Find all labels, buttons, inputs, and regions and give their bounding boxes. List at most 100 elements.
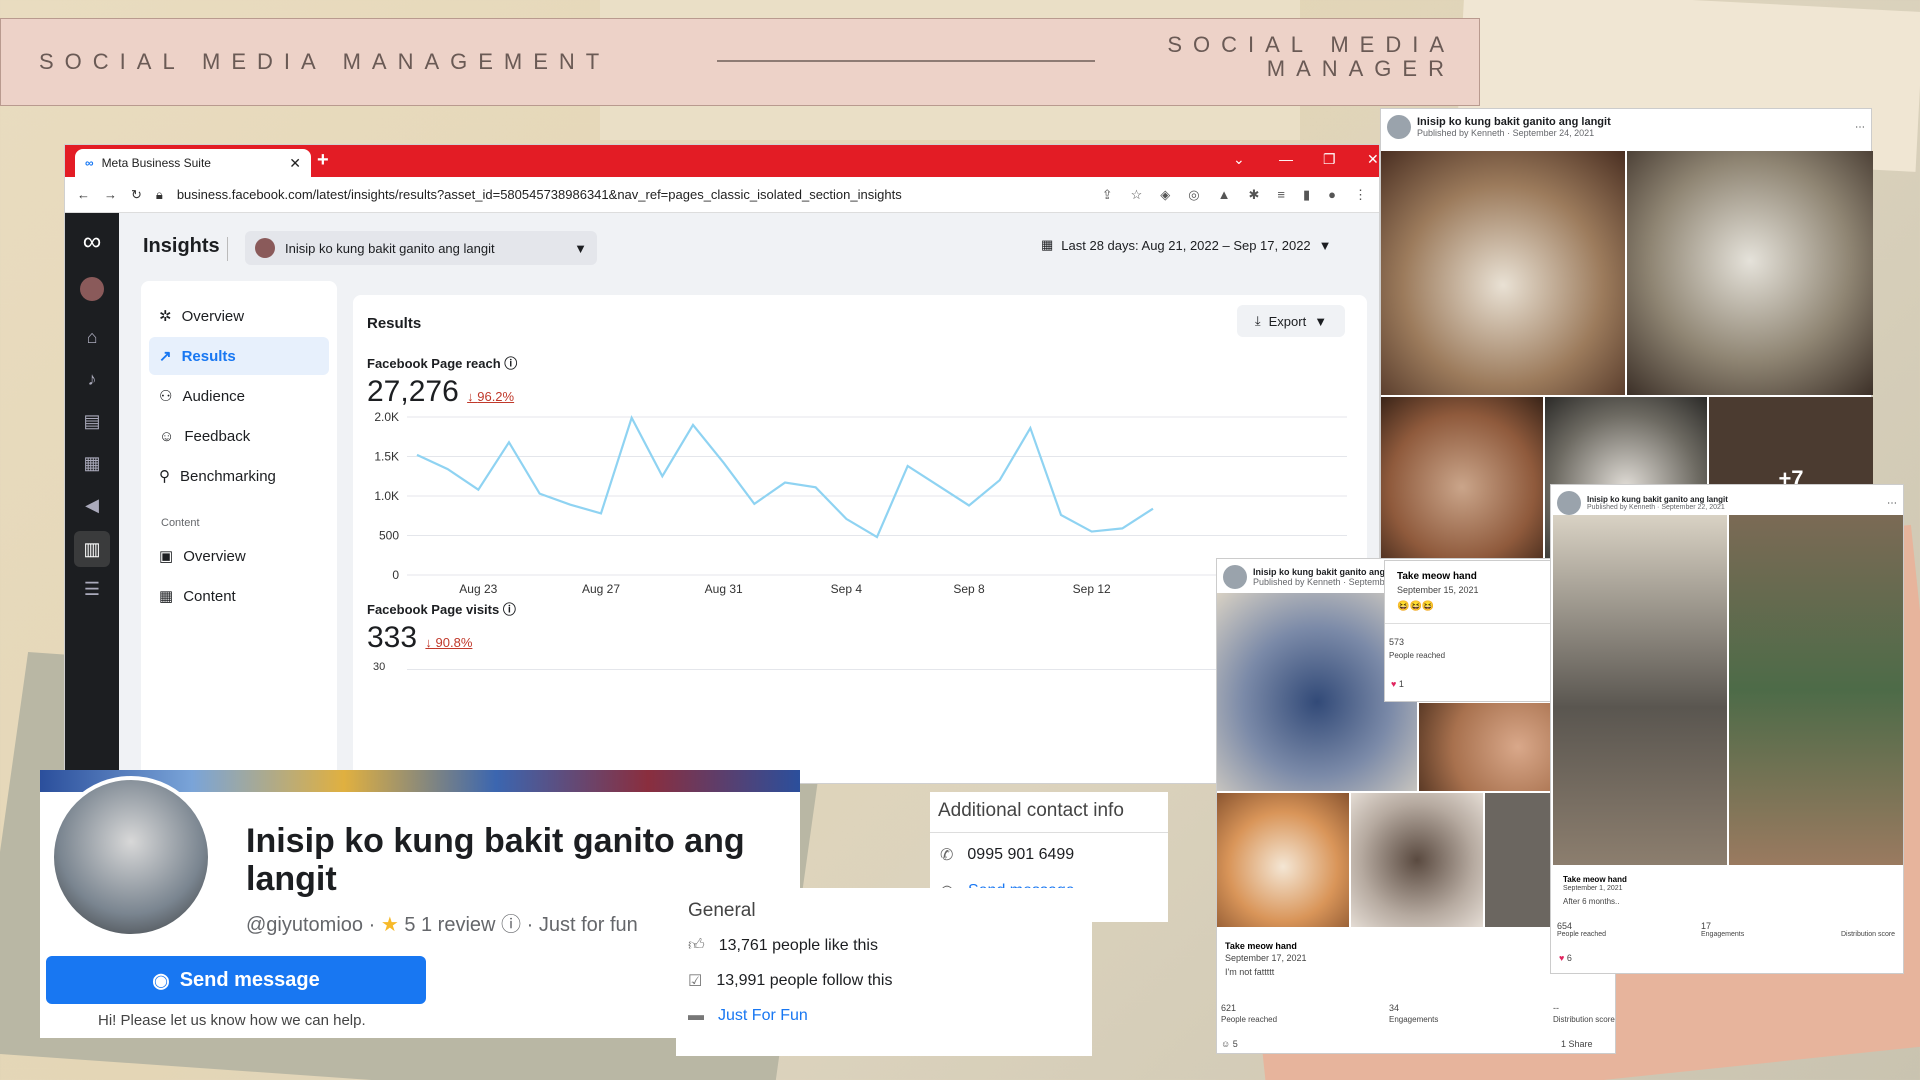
menu-item-label: Overview [181,307,245,325]
title-divider [227,237,228,261]
send-message-label: Send message [179,968,320,991]
menu-item-overview[interactable]: ✲ Overview [149,297,329,335]
tab-title: Meta Business Suite [101,156,211,170]
maximize-button[interactable]: ❐ [1323,151,1336,168]
close-tab-icon[interactable]: ✕ [289,155,301,172]
tab-meta-business-suite[interactable]: ∞ Meta Business Suite ✕ [75,149,311,177]
visits-value: 333 [367,621,418,654]
tab-search-icon[interactable]: ⌄ [1233,151,1245,168]
menu-item-benchmarking[interactable]: ⚲ Benchmarking [149,457,329,495]
forward-icon[interactable]: → [104,187,117,202]
info-icon[interactable]: ⓘ [501,914,521,936]
info-icon[interactable]: ⓘ [503,602,516,617]
visits-label-text: Facebook Page visits [367,602,500,617]
menu-item-audience[interactable]: ⚇ Audience [149,377,329,415]
notifications-bell-icon[interactable]: ♪ [80,367,104,391]
content-stack-icon[interactable]: ▤ [80,409,104,433]
address-bar: ← → ↻ 🔒︎ business.facebook.com/latest/in… [65,177,1379,213]
feedback-bubble-icon: ☺ [159,427,175,445]
extension-shield-icon[interactable]: ◈ [1160,187,1170,203]
page-handle[interactable]: @giyutomioo [246,914,363,936]
phone-row: ✆ 0995 901 6499 [930,833,1168,865]
post-date: September 1, 2021 [1563,885,1623,892]
share-icon[interactable]: ⇪ [1102,187,1113,203]
send-message-button[interactable]: ◉ Send message [46,956,426,1004]
follows-count: 13,991 people follow this [716,972,893,989]
x-tick-label: Sep 12 [1073,582,1111,596]
message-hint: Hi! Please let us know how we can help. [98,1012,366,1029]
post-title[interactable]: Inisip ko kung bakit ganito ang langit [1417,116,1611,128]
reading-list-icon[interactable]: ≡ [1277,187,1285,203]
more-options-icon[interactable]: ⋯ [1887,498,1897,509]
banner-title: SOCIAL MEDIA MANAGEMENT [39,49,611,74]
page-meta-line: @giyutomioo · ★ 5 1 review ⓘ · Just for … [246,914,638,936]
calendar-grid-icon[interactable]: ▦ [80,451,104,475]
menu-item-feedback[interactable]: ☺ Feedback [149,417,329,455]
reach-change-value: 96.2% [477,389,515,404]
more-options-icon[interactable]: ⋯ [1855,122,1865,133]
date-range-picker[interactable]: ▦ Last 28 days: Aug 21, 2022 – Sep 17, 2… [1041,237,1332,253]
cat-photo-3[interactable] [1381,397,1543,561]
visits-y-tick: 30 [373,661,386,673]
back-icon[interactable]: ← [77,187,90,202]
child-cat-photo-1[interactable] [1553,515,1727,865]
audience-icon: ⚇ [159,388,173,405]
post-avatar [1223,565,1247,589]
extension-translate-icon[interactable]: ◎ [1188,187,1199,203]
post-subtitle: Published by Kenneth · September 22, 202… [1587,504,1725,511]
star-icon: ★ [380,914,399,936]
bookmark-star-icon[interactable]: ☆ [1131,187,1143,203]
banner-subtitle: SOCIAL MEDIA MANAGER [1167,33,1455,81]
cat-photo-orange[interactable] [1217,793,1349,927]
post-title[interactable]: Inisip ko kung bakit ganito ang langit [1587,495,1728,504]
url-field[interactable]: business.facebook.com/latest/insights/re… [177,187,902,202]
category-link[interactable]: Just For Fun [718,1007,808,1025]
general-info-card: General 👍︎ 13,761 people like this ☑ 13,99… [676,888,1092,1056]
extension-fox-icon[interactable]: ▲ [1218,187,1231,203]
side-panel-icon[interactable]: ▮ [1303,187,1310,203]
profile-picture[interactable] [50,776,212,938]
minimize-button[interactable]: — [1279,151,1293,167]
meta-logo-icon[interactable]: ∞ [80,228,104,254]
menu-item-content[interactable]: ▦ Content [149,577,329,615]
menu-item-label: Content [183,587,236,605]
download-icon: ⤓ [1254,313,1261,328]
tab-bar: ∞ Meta Business Suite ✕ + ⌄ — ❐ ✕ [65,145,1379,177]
close-window-button[interactable]: ✕ [1367,151,1379,168]
menu-item-content-overview[interactable]: ▣ Overview [149,537,329,575]
ads-megaphone-icon[interactable]: ◀ [80,493,104,517]
x-tick-label: Aug 27 [582,582,620,596]
distribution-score-label: Distribution score [1841,931,1896,938]
reload-icon[interactable]: ↻ [131,187,142,203]
distribution-score-label: Distribution score [1553,1015,1615,1024]
people-reached-label: People reached [1557,931,1607,938]
new-tab-button[interactable]: + [317,149,329,172]
page-avatar-icon [255,238,275,258]
menu-item-label: Feedback [184,427,251,445]
like-thumb-icon: 👍︎ [688,937,705,954]
cat-photo-2[interactable] [1627,151,1873,395]
home-icon[interactable]: ⌂ [80,325,104,349]
post-caption: Take meow hand [1225,941,1297,951]
reviews-link[interactable]: 1 review [421,914,495,936]
page-avatar-icon[interactable] [80,277,104,301]
all-tools-menu-icon[interactable]: ☰ [80,577,104,601]
menu-item-results[interactable]: ↗ Results [149,337,329,375]
extensions-puzzle-icon[interactable]: ✱ [1248,187,1259,203]
phone-icon: ✆ [940,847,954,864]
cat-photo-sleeping[interactable] [1351,793,1483,927]
info-icon[interactable]: ⓘ [504,356,517,371]
insights-chart-icon[interactable]: ▥ [74,531,110,567]
child-cat-photo-2[interactable] [1729,515,1903,865]
cat-photo-1[interactable] [1381,151,1625,395]
menu-item-label: Results [181,347,236,365]
browser-menu-icon[interactable]: ⋮ [1354,187,1367,203]
visits-change: ↓ 90.8% [425,635,473,650]
phone-number[interactable]: 0995 901 6499 [967,846,1074,864]
profile-avatar-icon[interactable]: ● [1328,187,1336,203]
export-button[interactable]: ⤓ Export ▼ [1237,305,1345,337]
page-selector-dropdown[interactable]: Inisip ko kung bakit ganito ang langit ▼ [245,231,597,265]
y-tick-label: 2.0K [374,410,399,424]
page-category[interactable]: Just for fun [539,914,638,936]
post-header: Inisip ko kung bakit ganito ang langit P… [1381,109,1871,145]
